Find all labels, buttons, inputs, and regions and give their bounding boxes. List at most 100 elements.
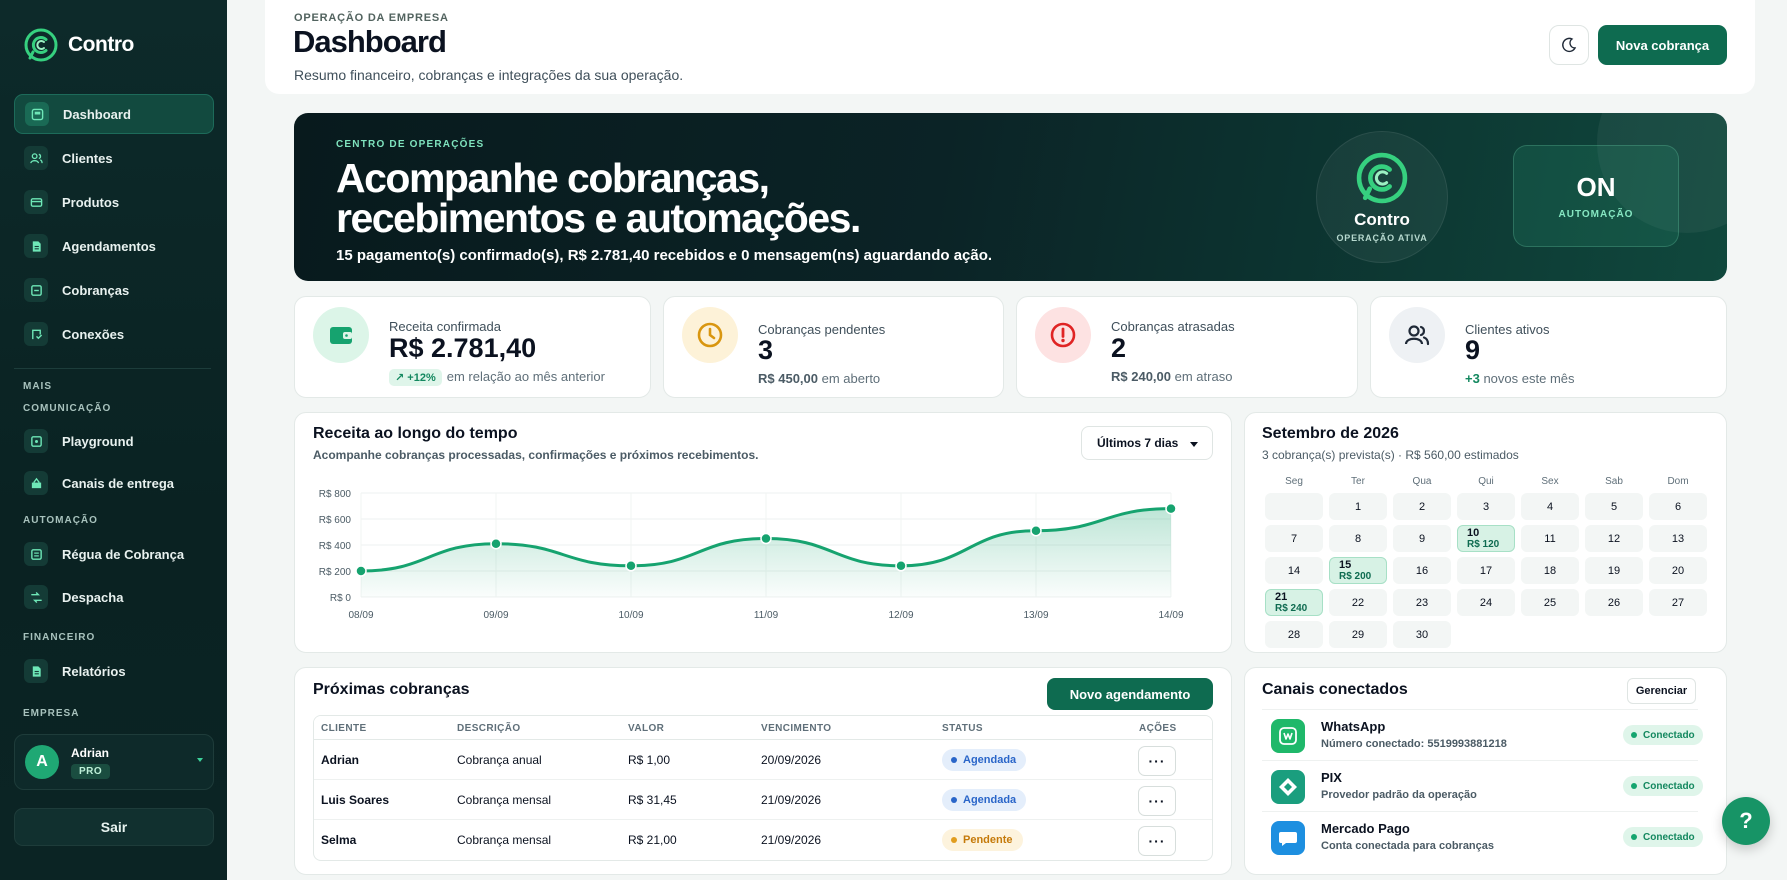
sidebar-item-agendamentos[interactable]: Agendamentos (14, 226, 214, 266)
sidebar-item-cobrancas[interactable]: Cobranças (14, 270, 214, 310)
calendar-day[interactable]: 30 (1393, 621, 1451, 648)
section-comunicacao: COMUNICAÇÃO (23, 403, 112, 414)
row-actions-button[interactable]: ··· (1138, 786, 1176, 816)
users-icon (24, 146, 48, 170)
calendar-day[interactable]: 13 (1649, 525, 1707, 552)
dispatch-icon (24, 585, 48, 609)
sidebar-item-conexoes[interactable]: Conexões (14, 314, 214, 354)
sidebar-item-canais-entrega[interactable]: Canais de entrega (14, 463, 214, 503)
calendar-day-event[interactable]: 10 R$ 120 (1457, 525, 1515, 552)
column-header[interactable]: VALOR (628, 723, 664, 734)
range-select[interactable]: Últimos 7 dias (1081, 426, 1213, 460)
user-menu[interactable]: A Adrian PRO (14, 734, 214, 790)
calendar-weekday: Ter (1351, 476, 1365, 487)
row-actions-button[interactable]: ··· (1138, 826, 1176, 856)
calendar-weekday: Qua (1412, 476, 1432, 487)
sidebar-item-relatorios[interactable]: Relatórios (14, 651, 214, 691)
calendar-day[interactable]: 17 (1457, 557, 1515, 584)
calendar-day[interactable]: 7 (1265, 525, 1323, 552)
sidebar-item-produtos[interactable]: Produtos (14, 182, 214, 222)
calendar-day-event[interactable]: 15 R$ 200 (1329, 557, 1387, 584)
new-schedule-button[interactable]: Novo agendamento (1047, 678, 1213, 710)
calendar-day[interactable]: 20 (1649, 557, 1707, 584)
channel-item[interactable]: PIX Provedor padrão da operação Conectad… (1262, 760, 1703, 811)
calendar-day[interactable]: 22 (1329, 589, 1387, 616)
calendar-day-event[interactable]: 21 R$ 240 (1265, 589, 1323, 616)
playground-icon (24, 429, 48, 453)
chevron-down-icon (1190, 442, 1198, 447)
sidebar-item-regua-cobranca[interactable]: Régua de Cobrança (14, 534, 214, 574)
status-badge: Agendada (942, 789, 1027, 811)
data-point (1165, 502, 1177, 515)
calendar-day[interactable]: 9 (1393, 525, 1451, 552)
y-tick-label: R$ 400 (319, 541, 352, 552)
table-header: CLIENTE DESCRIÇÃO VALOR VENCIMENTO STATU… (314, 716, 1212, 740)
calendar-day[interactable]: 28 (1265, 621, 1323, 648)
connected-text: Conectado (1643, 729, 1695, 741)
calendar-day[interactable]: 29 (1329, 621, 1387, 648)
stat-foot: +3 novos este mês (1465, 371, 1575, 386)
calendar-day[interactable]: 18 (1521, 557, 1579, 584)
connected-badge: Conectado (1623, 827, 1703, 847)
calendar-day[interactable]: 8 (1329, 525, 1387, 552)
calendar-day[interactable]: 27 (1649, 589, 1707, 616)
hero-title-line-2: recebimentos e automações. (336, 195, 861, 241)
calendar-day[interactable]: 19 (1585, 557, 1643, 584)
calendar-day[interactable]: 4 (1521, 493, 1579, 520)
calendar-day[interactable]: 26 (1585, 589, 1643, 616)
column-header[interactable]: DESCRIÇÃO (457, 723, 521, 734)
y-tick-label: R$ 0 (330, 593, 352, 604)
connected-text: Conectado (1643, 780, 1695, 792)
status-text: Agendada (963, 754, 1017, 766)
connected-badge: Conectado (1623, 776, 1703, 796)
report-icon (24, 659, 48, 683)
calendar-day[interactable]: 12 (1585, 525, 1643, 552)
calendar-weekday: Sab (1605, 476, 1623, 487)
calendar-day[interactable]: 25 (1521, 589, 1579, 616)
sidebar-divider (14, 368, 211, 369)
status-dot (951, 797, 957, 803)
calendar-day[interactable]: 1 (1329, 493, 1387, 520)
delivery-icon (24, 471, 48, 495)
manage-channels-button[interactable]: Gerenciar (1627, 678, 1696, 704)
calendar-day[interactable]: 16 (1393, 557, 1451, 584)
column-header[interactable]: AÇÕES (1139, 723, 1177, 734)
sidebar-item-dashboard[interactable]: Dashboard (14, 94, 214, 134)
calendar-day[interactable]: 2 (1393, 493, 1451, 520)
cell-valor: R$ 21,00 (628, 833, 677, 847)
cell-descricao: Cobrança anual (457, 753, 542, 767)
new-charge-button[interactable]: Nova cobrança (1598, 25, 1727, 65)
sidebar-item-playground[interactable]: Playground (14, 421, 214, 461)
box-icon (24, 190, 48, 214)
sidebar-item-label: Produtos (62, 194, 120, 210)
column-header[interactable]: CLIENTE (321, 723, 367, 734)
cell-cliente: Adrian (321, 753, 360, 767)
table-row[interactable]: Luis Soares Cobrança mensal R$ 31,45 21/… (314, 780, 1212, 820)
calendar-day[interactable]: 5 (1585, 493, 1643, 520)
table-row[interactable]: Selma Cobrança mensal R$ 21,00 21/09/202… (314, 820, 1212, 860)
help-button[interactable]: ? (1722, 797, 1770, 845)
theme-toggle-button[interactable] (1549, 25, 1589, 65)
calendar-day[interactable]: 24 (1457, 589, 1515, 616)
brand[interactable]: Contro (24, 28, 134, 62)
calendar-day[interactable]: 11 (1521, 525, 1579, 552)
calendar-day[interactable]: 14 (1265, 557, 1323, 584)
column-header[interactable]: STATUS (942, 723, 983, 734)
calendar-day[interactable]: 23 (1393, 589, 1451, 616)
logout-button[interactable]: Sair (14, 808, 214, 846)
invoice-icon (24, 278, 48, 302)
channel-item[interactable]: Mercado Pago Conta conectada para cobran… (1262, 811, 1703, 862)
row-actions-button[interactable]: ··· (1138, 746, 1176, 776)
column-header[interactable]: VENCIMENTO (761, 723, 832, 734)
sidebar-item-label: Playground (62, 433, 134, 449)
sidebar-item-despacha[interactable]: Despacha (14, 577, 214, 617)
calendar-day[interactable]: 3 (1457, 493, 1515, 520)
calendar-day[interactable]: 6 (1649, 493, 1707, 520)
x-tick-label: 13/09 (1023, 610, 1048, 621)
stat-foot: R$ 240,00 em atraso (1111, 369, 1232, 384)
sidebar-item-clientes[interactable]: Clientes (14, 138, 214, 178)
ruler-icon (24, 542, 48, 566)
channel-subtitle: Provedor padrão da operação (1321, 789, 1477, 801)
channel-item[interactable]: WhatsApp Número conectado: 5519993881218… (1262, 709, 1703, 760)
table-row[interactable]: Adrian Cobrança anual R$ 1,00 20/09/2026… (314, 740, 1212, 780)
